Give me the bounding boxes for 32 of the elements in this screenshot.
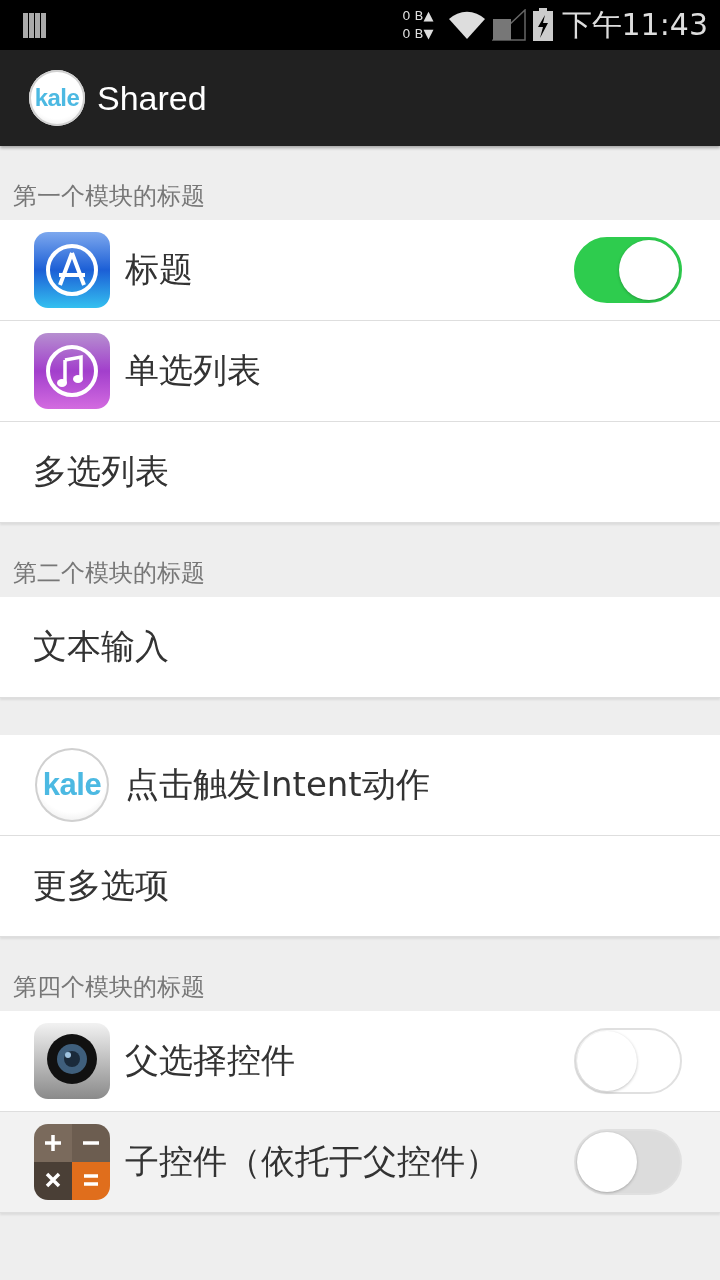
item-label: 标题 (125, 248, 194, 291)
battery-charging-icon (531, 8, 554, 42)
signal-icon (491, 9, 526, 41)
list-item[interactable]: 多选列表 (0, 422, 720, 523)
app-title: Shared (97, 78, 207, 118)
section-header: 第四个模块的标题 (12, 972, 206, 1003)
list-item[interactable]: 父选择控件 (0, 1011, 720, 1112)
clock: 下午11:43 (561, 5, 708, 44)
music-note-icon (33, 332, 111, 410)
list-item[interactable]: kale 点击触发Intent动作 (0, 735, 720, 836)
item-label: 多选列表 (33, 450, 170, 493)
item-label: 文本输入 (33, 625, 170, 668)
item-label: 单选列表 (125, 349, 262, 392)
list-item[interactable]: 更多选项 (0, 836, 720, 937)
item-label: 父选择控件 (125, 1039, 296, 1082)
kale-logo: kale (29, 70, 85, 126)
sim-cards-icon (22, 11, 48, 39)
list-item[interactable]: 单选列表 (0, 321, 720, 422)
section-header: 第一个模块的标题 (12, 181, 206, 212)
item-label: 子控件（依托于父控件） (125, 1140, 500, 1183)
camera-icon (33, 1022, 111, 1100)
item-label: 点击触发Intent动作 (125, 763, 431, 806)
calculator-icon (33, 1123, 111, 1201)
list-item[interactable]: 标题 (0, 220, 720, 321)
app-store-icon (33, 231, 111, 309)
download-rate: 0 B▼ (402, 25, 434, 43)
wifi-icon (447, 10, 486, 40)
section-header: 第二个模块的标题 (12, 558, 206, 589)
item-label: 更多选项 (33, 864, 170, 907)
upload-rate: 0 B▲ (402, 7, 434, 25)
kale-logo: kale (35, 748, 109, 822)
list-item[interactable]: 文本输入 (0, 597, 720, 698)
